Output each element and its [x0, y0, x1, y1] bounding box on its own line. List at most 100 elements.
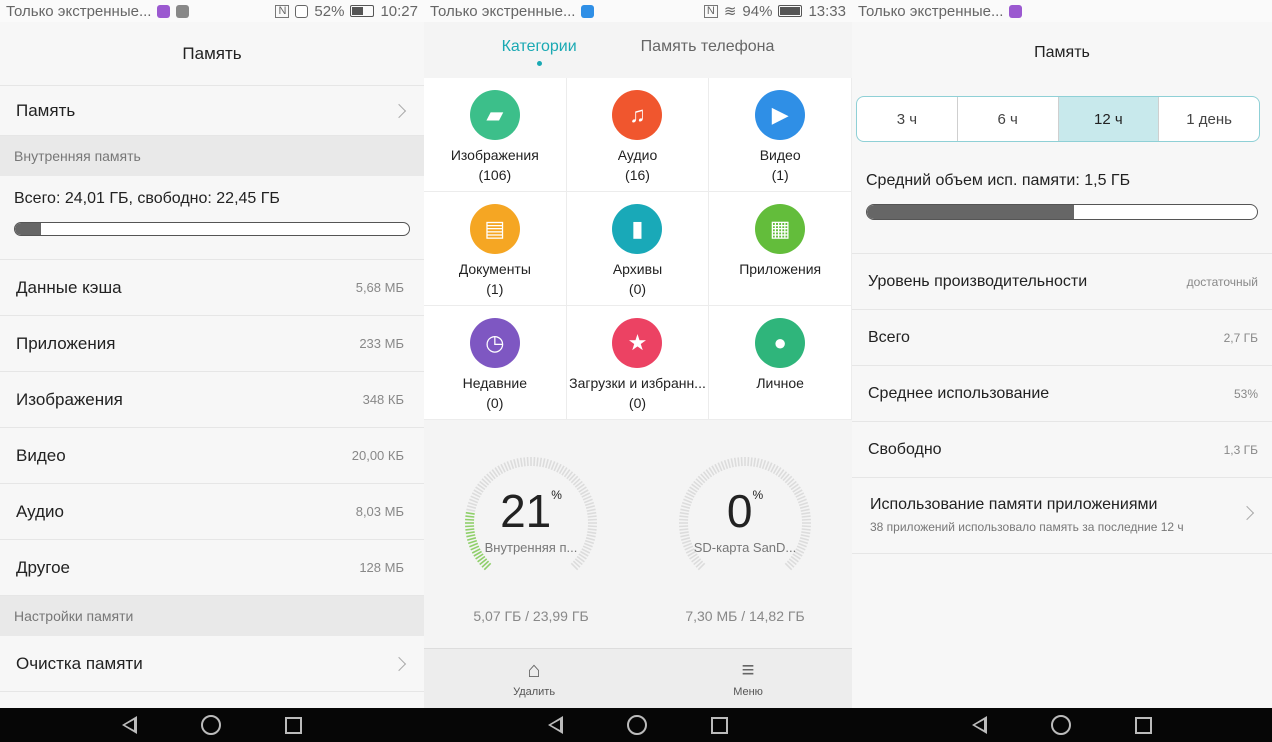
memory-cleanup-row[interactable]: Очистка памяти: [0, 636, 424, 692]
recents-icon[interactable]: [711, 716, 728, 734]
category-tile[interactable]: ♫ Аудио (16): [566, 78, 710, 192]
category-tile[interactable]: ● Личное: [709, 306, 852, 420]
storage-item-value: 233 МБ: [359, 336, 404, 351]
category-name: Загрузки и избранн...: [569, 375, 706, 391]
home-icon[interactable]: [1051, 715, 1071, 735]
sim-icon: [295, 4, 309, 18]
storage-item-label: Видео: [16, 445, 66, 465]
category-name: Документы: [458, 261, 531, 277]
home-icon[interactable]: [627, 715, 647, 735]
delete-button[interactable]: ⌂ Удалить: [513, 657, 556, 699]
category-tile[interactable]: ◷ Недавние (0): [424, 306, 567, 420]
storage-item-value: 20,00 КБ: [351, 448, 404, 463]
ram-stat-row: Всего 2,7 ГБ: [852, 310, 1272, 366]
recents-icon[interactable]: [285, 716, 302, 734]
category-tile[interactable]: ▤ Документы (1): [424, 192, 567, 306]
bottom-action-bar: ⌂ Удалить ≡ Меню: [424, 648, 852, 708]
internal-storage-gauge[interactable]: 21% Внутренняя п... 5,07 ГБ / 23,99 ГБ: [451, 448, 611, 650]
file-manager-screen: Только экстренные... N ≋ 94% 13:33 Катег…: [424, 0, 852, 742]
category-count: (0): [628, 281, 647, 297]
category-count: (106): [478, 167, 512, 183]
ram-stat-value: 2,7 ГБ: [1223, 330, 1258, 345]
memory-row-label: Память: [16, 100, 76, 120]
time-range-option[interactable]: 1 день: [1159, 97, 1259, 141]
category-name: Личное: [756, 375, 804, 391]
gauge-size: 5,07 ГБ / 23,99 ГБ: [473, 608, 589, 624]
category-name: Недавние: [462, 375, 527, 391]
tab-categories[interactable]: Категории: [502, 38, 577, 66]
menu-button[interactable]: ≡ Меню: [733, 657, 763, 699]
viber-icon: [157, 4, 171, 18]
time-range-option[interactable]: 12 ч: [1058, 97, 1160, 141]
category-tile[interactable]: ▶ Видео (1): [709, 78, 852, 192]
storage-item-row[interactable]: Изображения 348 КБ: [0, 372, 424, 428]
sd-card-gauge[interactable]: 0% SD-карта SanD... 7,30 МБ / 14,82 ГБ: [665, 448, 825, 650]
ram-stat-label: Всего: [868, 328, 910, 346]
star-icon: ★: [612, 318, 663, 368]
battery-percent: 52%: [314, 2, 345, 20]
category-count: (1): [486, 281, 504, 297]
system-nav-bar: [0, 708, 424, 742]
home-icon[interactable]: [201, 715, 221, 735]
ram-stats-list: Уровень производительности достаточный Все…: [852, 254, 1272, 478]
storage-item-row[interactable]: Аудио 8,03 МБ: [0, 484, 424, 540]
back-icon[interactable]: [122, 716, 137, 734]
storage-item-row[interactable]: Другое 128 МБ: [0, 540, 424, 596]
average-usage-fill: [867, 205, 1074, 219]
status-bar: Только экстренные... N ≋ 94% 13:33: [424, 0, 852, 22]
ram-stat-row: Среднее использование 53%: [852, 366, 1272, 422]
app-memory-usage-subtitle: 38 приложений использовало память за пос…: [870, 520, 1184, 534]
category-tile[interactable]: ★ Загрузки и избранн... (0): [566, 306, 710, 420]
storage-item-label: Приложения: [16, 333, 116, 353]
broom-icon: ⌂: [527, 657, 541, 682]
lock-icon: ●: [755, 318, 806, 368]
ram-stat-value: достаточный: [1186, 274, 1258, 289]
app-memory-usage-row[interactable]: Использование памяти приложениями 38 при…: [852, 478, 1272, 554]
battery-icon: [350, 5, 375, 17]
storage-item-value: 348 КБ: [362, 392, 404, 407]
back-icon[interactable]: [972, 716, 987, 734]
status-notification-text: Только экстренные...: [6, 2, 152, 20]
ram-stat-row: Свободно 1,3 ГБ: [852, 422, 1272, 478]
category-tile[interactable]: ▮ Архивы (0): [566, 192, 710, 306]
time-range-option[interactable]: 3 ч: [857, 97, 958, 141]
storage-items-list: Данные кэша 5,68 МБ Приложения 233 МБ Изобра…: [0, 260, 424, 596]
play-icon: ▶: [755, 90, 806, 140]
app-memory-usage-title: Использование памяти приложениями: [870, 496, 1158, 513]
storage-item-row[interactable]: Приложения 233 МБ: [0, 316, 424, 372]
storage-item-label: Изображения: [16, 389, 123, 409]
time-range-option[interactable]: 6 ч: [958, 97, 1059, 141]
memory-row[interactable]: Память: [0, 86, 424, 136]
battery-icon: [778, 5, 803, 17]
gauge-name: SD-карта SanD...: [693, 540, 797, 555]
viber-icon: [1009, 4, 1023, 18]
category-tile[interactable]: ▰ Изображения (106): [424, 78, 567, 192]
storage-item-label: Данные кэша: [16, 277, 122, 297]
average-usage: Средний объем исп. памяти: 1,5 ГБ: [852, 148, 1272, 254]
gauge-percent: 21%: [500, 485, 562, 537]
storage-item-value: 8,03 МБ: [355, 504, 404, 519]
back-icon[interactable]: [548, 716, 563, 734]
storage-item-label: Аудио: [16, 501, 64, 521]
ram-stat-value: 1,3 ГБ: [1223, 442, 1258, 457]
image-icon: ▰: [469, 90, 520, 140]
category-name: Архивы: [612, 261, 663, 277]
storage-item-row[interactable]: Данные кэша 5,68 МБ: [0, 260, 424, 316]
ram-stat-value: 53%: [1233, 386, 1258, 401]
menu-icon: ≡: [741, 657, 755, 682]
delete-label: Удалить: [513, 686, 556, 698]
music-icon: ♫: [612, 90, 663, 140]
tab-phone-storage[interactable]: Память телефона: [641, 38, 775, 56]
status-time: 10:27: [380, 2, 418, 20]
category-tile[interactable]: ▦ Приложения: [709, 192, 852, 306]
system-nav-bar: [424, 708, 852, 742]
gauge-name: Внутренняя п...: [484, 540, 578, 555]
status-notification-text: Только экстренные...: [858, 2, 1004, 20]
document-icon: ▤: [469, 204, 520, 254]
category-name: Видео: [759, 147, 801, 163]
storage-item-row[interactable]: Видео 20,00 КБ: [0, 428, 424, 484]
storage-usage-fill: [15, 223, 41, 235]
recents-icon[interactable]: [1135, 716, 1152, 734]
category-name: Изображения: [450, 147, 539, 163]
memory-cleanup-label: Очистка памяти: [16, 653, 143, 673]
